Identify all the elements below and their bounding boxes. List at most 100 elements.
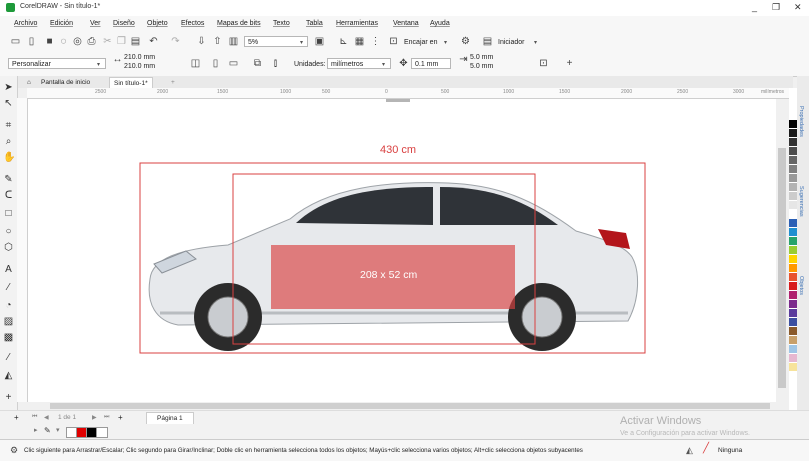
palette-swatch[interactable] xyxy=(789,183,797,191)
new-document-icon[interactable]: ▭ xyxy=(10,36,21,47)
palette-swatch[interactable] xyxy=(789,120,797,128)
menu-archivo[interactable]: Archivo xyxy=(14,20,37,27)
guidelines-icon[interactable]: ⋮ xyxy=(370,36,381,47)
portrait-icon[interactable]: ▯ xyxy=(210,58,221,69)
palette-swatch[interactable] xyxy=(789,165,797,173)
palette-swatch[interactable] xyxy=(789,300,797,308)
eyedropper-tool-icon[interactable]: ⁄ xyxy=(3,352,14,363)
color-palette[interactable] xyxy=(789,88,797,410)
restore-button[interactable]: ❐ xyxy=(772,2,780,13)
palette-swatch[interactable] xyxy=(789,156,797,164)
palette-swatch[interactable] xyxy=(789,282,797,290)
menu-objeto[interactable]: Objeto xyxy=(147,20,168,27)
add-page-plus-icon[interactable]: + xyxy=(564,58,575,69)
ellipse-tool-icon[interactable]: ○ xyxy=(3,226,14,237)
menu-mapas-de-bits[interactable]: Mapas de bits xyxy=(217,20,261,27)
mesh-fill-icon[interactable]: ▩ xyxy=(3,332,14,343)
menu-ventana[interactable]: Ventana xyxy=(393,20,419,27)
upload-icon[interactable]: ◌ xyxy=(58,36,69,47)
add-page-icon[interactable]: + xyxy=(14,413,19,422)
menu-efectos[interactable]: Efectos xyxy=(181,20,204,27)
horizontal-ruler[interactable]: 2500 2000 1500 1000 500 0 500 1000 1500 … xyxy=(27,88,791,99)
shape-tool-icon[interactable]: ↖ xyxy=(3,98,14,109)
horizontal-scroll-thumb[interactable] xyxy=(50,403,770,409)
snap-to-label[interactable]: Encajar en xyxy=(404,39,437,46)
rulers-icon[interactable]: ⊾ xyxy=(338,36,349,47)
page-size-select[interactable]: Personalizar xyxy=(8,58,106,69)
eyedropper-icon[interactable]: ✎ xyxy=(44,426,51,435)
menu-edicion[interactable]: Edición xyxy=(50,20,73,27)
page-width-value[interactable]: 210.0 mm xyxy=(124,54,155,61)
prev-page-icon[interactable]: ◀ xyxy=(44,414,49,421)
palette-swatch[interactable] xyxy=(789,201,797,209)
redo-icon[interactable]: ↷ xyxy=(170,36,181,47)
cut-icon[interactable]: ✂ xyxy=(102,36,113,47)
pick-tool-icon[interactable]: ➤ xyxy=(3,82,14,93)
facing-pages-icon[interactable]: ⫾ xyxy=(270,58,281,69)
rectangle-tool-icon[interactable]: □ xyxy=(3,208,14,219)
launcher-icon[interactable]: ▤ xyxy=(482,36,493,47)
transparency-tool-icon[interactable]: ▨ xyxy=(3,316,14,327)
docker-tab-properties[interactable]: Propiedades xyxy=(798,106,804,137)
length-label[interactable]: 430 cm xyxy=(380,144,416,156)
palette-dropdown-icon[interactable]: ▾ xyxy=(56,426,60,434)
page-size-dropdown-icon[interactable]: ▾ xyxy=(97,61,100,68)
home-icon[interactable]: ⌂ xyxy=(23,77,35,88)
palette-swatch[interactable] xyxy=(789,273,797,281)
new-tab-plus-icon[interactable]: + xyxy=(167,77,179,88)
selection-handle[interactable] xyxy=(386,99,410,102)
palette-swatch[interactable] xyxy=(789,309,797,317)
palette-swatch[interactable] xyxy=(789,354,797,362)
palette-swatch[interactable] xyxy=(789,327,797,335)
palette-swatch[interactable] xyxy=(789,210,797,218)
pan-tool-icon[interactable]: ✋ xyxy=(3,152,15,163)
palette-swatch[interactable] xyxy=(789,237,797,245)
all-pages-icon[interactable]: ◫ xyxy=(190,58,201,69)
duplicate-x-value[interactable]: 5.0 mm xyxy=(470,54,493,61)
vertical-scroll-thumb[interactable] xyxy=(778,148,786,388)
duplicate-y-value[interactable]: 5.0 mm xyxy=(470,63,493,70)
save-icon[interactable]: ■ xyxy=(44,36,55,47)
launcher-label[interactable]: Iniciador xyxy=(498,39,524,46)
last-page-icon[interactable]: ⏭ xyxy=(104,414,109,421)
units-dropdown-icon[interactable]: ▾ xyxy=(382,61,385,68)
palette-arrow-icon[interactable]: ▸ xyxy=(34,426,38,434)
palette-swatch[interactable] xyxy=(789,291,797,299)
tab-start-screen[interactable]: Pantalla de inicio xyxy=(37,77,94,88)
copy-icon[interactable]: ❐ xyxy=(116,36,127,47)
next-page-icon[interactable]: ▶ xyxy=(92,414,97,421)
palette-swatch[interactable] xyxy=(789,228,797,236)
palette-swatch[interactable] xyxy=(789,147,797,155)
bleed-icon[interactable]: ⊡ xyxy=(538,58,549,69)
palette-swatch[interactable] xyxy=(789,138,797,146)
palette-swatch[interactable] xyxy=(789,318,797,326)
palette-swatch[interactable] xyxy=(789,345,797,353)
connector-tool-icon[interactable]: ⁄ xyxy=(3,282,14,293)
menu-ayuda[interactable]: Ayuda xyxy=(430,20,450,27)
palette-swatch[interactable] xyxy=(789,255,797,263)
menu-herramientas[interactable]: Herramientas xyxy=(336,20,378,27)
publish-pdf-icon[interactable]: ▥ xyxy=(228,36,239,47)
paste-icon[interactable]: ▤ xyxy=(130,36,141,47)
launcher-dropdown-icon[interactable]: ▾ xyxy=(534,39,537,46)
add-page-after-icon[interactable]: + xyxy=(118,413,123,422)
menu-texto[interactable]: Texto xyxy=(273,20,290,27)
page-height-value[interactable]: 210.0 mm xyxy=(124,63,155,70)
palette-swatch[interactable] xyxy=(789,264,797,272)
white-swatch[interactable] xyxy=(96,427,108,438)
close-button[interactable]: ✕ xyxy=(794,2,802,13)
menu-ver[interactable]: Ver xyxy=(90,20,101,27)
snap-icon[interactable]: ⊡ xyxy=(388,36,399,47)
vertical-ruler[interactable] xyxy=(17,98,28,402)
palette-swatch[interactable] xyxy=(789,336,797,344)
palette-swatch[interactable] xyxy=(789,219,797,227)
export-icon[interactable]: ⇧ xyxy=(212,36,223,47)
palette-swatch[interactable] xyxy=(789,246,797,254)
palette-swatch[interactable] xyxy=(789,363,797,371)
artistic-media-icon[interactable]: ᑕ xyxy=(3,190,14,201)
palette-swatch[interactable] xyxy=(789,192,797,200)
crop-tool-icon[interactable]: ⌗ xyxy=(3,120,14,131)
drawing-canvas[interactable]: 430 cm 208 x 52 cm xyxy=(28,99,776,402)
first-page-icon[interactable]: ⏮ xyxy=(32,414,37,421)
zoom-tool-icon[interactable]: ⌕ xyxy=(3,136,14,147)
